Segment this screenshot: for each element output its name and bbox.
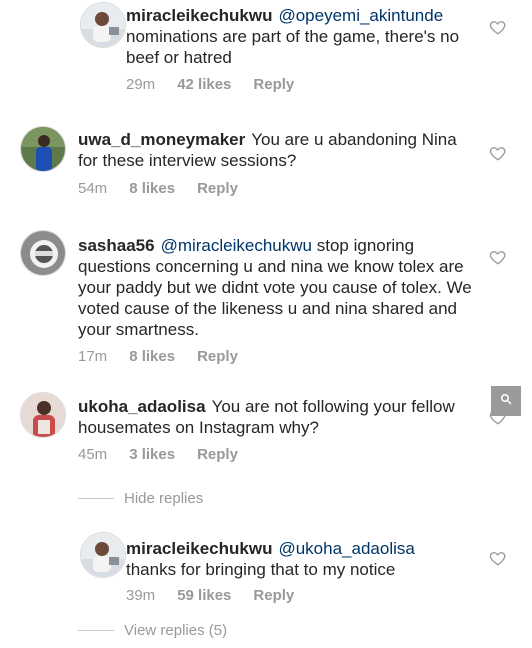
timestamp: 45m xyxy=(78,446,108,463)
view-replies-button[interactable]: View replies (5) xyxy=(78,622,227,639)
search-button[interactable] xyxy=(491,386,521,416)
likes-count[interactable]: 42 likes xyxy=(177,76,231,93)
reply-button[interactable]: Reply xyxy=(253,76,294,93)
username-link[interactable]: miracleikechukwu xyxy=(126,539,272,558)
comment-meta: 39m 59 likes Reply xyxy=(126,587,294,604)
comment-text: sashaa56 @miracleikechukwu stop ignoring … xyxy=(78,235,478,340)
view-replies-label: View replies (5) xyxy=(124,622,228,639)
comment-meta: 29m 42 likes Reply xyxy=(126,76,294,93)
comment-meta: 17m 8 likes Reply xyxy=(78,348,238,365)
reply-button[interactable]: Reply xyxy=(253,587,294,604)
heart-outline-icon[interactable] xyxy=(489,549,507,567)
timestamp: 39m xyxy=(126,587,156,604)
comment-body: nominations are part of the game, there'… xyxy=(126,27,460,67)
avatar[interactable] xyxy=(80,2,126,48)
username-link[interactable]: miracleikechukwu xyxy=(126,6,272,25)
comment-text: miracleikechukwu @opeyemi_akintunde nomin… xyxy=(126,5,466,68)
mention-link[interactable]: @ukoha_adaolisa xyxy=(278,539,414,558)
reply-button[interactable]: Reply xyxy=(197,180,238,197)
heart-outline-icon[interactable] xyxy=(489,18,507,36)
heart-outline-icon[interactable] xyxy=(489,248,507,266)
comment-text: miracleikechukwu @ukoha_adaolisa thanks f… xyxy=(126,538,466,580)
timestamp: 17m xyxy=(78,348,108,365)
avatar[interactable] xyxy=(80,532,126,578)
comment-text: ukoha_adaolisa You are not following your… xyxy=(78,396,478,438)
reply-button[interactable]: Reply xyxy=(197,446,238,463)
likes-count[interactable]: 59 likes xyxy=(177,587,231,604)
reply-comment: miracleikechukwu @opeyemi_akintunde nomin… xyxy=(0,0,532,100)
search-icon xyxy=(500,392,512,410)
likes-count[interactable]: 8 likes xyxy=(129,348,175,365)
hide-replies-label: Hide replies xyxy=(124,490,204,507)
timestamp: 54m xyxy=(78,180,108,197)
reply-comment: miracleikechukwu @ukoha_adaolisa thanks f… xyxy=(0,532,532,612)
divider xyxy=(78,630,114,631)
avatar[interactable] xyxy=(20,392,66,438)
reply-button[interactable]: Reply xyxy=(197,348,238,365)
avatar[interactable] xyxy=(20,126,66,172)
comment-body: thanks for bringing that to my notice xyxy=(126,560,396,579)
username-link[interactable]: sashaa56 xyxy=(78,236,155,255)
comment: sashaa56 @miracleikechukwu stop ignoring … xyxy=(0,228,532,373)
comment-meta: 54m 8 likes Reply xyxy=(78,180,238,197)
timestamp: 29m xyxy=(126,76,156,93)
likes-count[interactable]: 8 likes xyxy=(129,180,175,197)
username-link[interactable]: ukoha_adaolisa xyxy=(78,397,206,416)
divider xyxy=(78,498,114,499)
mention-link[interactable]: @opeyemi_akintunde xyxy=(278,6,443,25)
hide-replies-button[interactable]: Hide replies xyxy=(78,490,203,507)
username-link[interactable]: uwa_d_moneymaker xyxy=(78,130,245,149)
avatar[interactable] xyxy=(20,230,66,276)
comment: uwa_d_moneymaker You are u abandoning Nin… xyxy=(0,120,532,210)
comment-meta: 45m 3 likes Reply xyxy=(78,446,238,463)
mention-link[interactable]: @miracleikechukwu xyxy=(161,236,312,255)
comment: ukoha_adaolisa You are not following your… xyxy=(0,388,506,478)
heart-outline-icon[interactable] xyxy=(489,144,507,162)
likes-count[interactable]: 3 likes xyxy=(129,446,175,463)
comment-text: uwa_d_moneymaker You are u abandoning Nin… xyxy=(78,129,478,171)
